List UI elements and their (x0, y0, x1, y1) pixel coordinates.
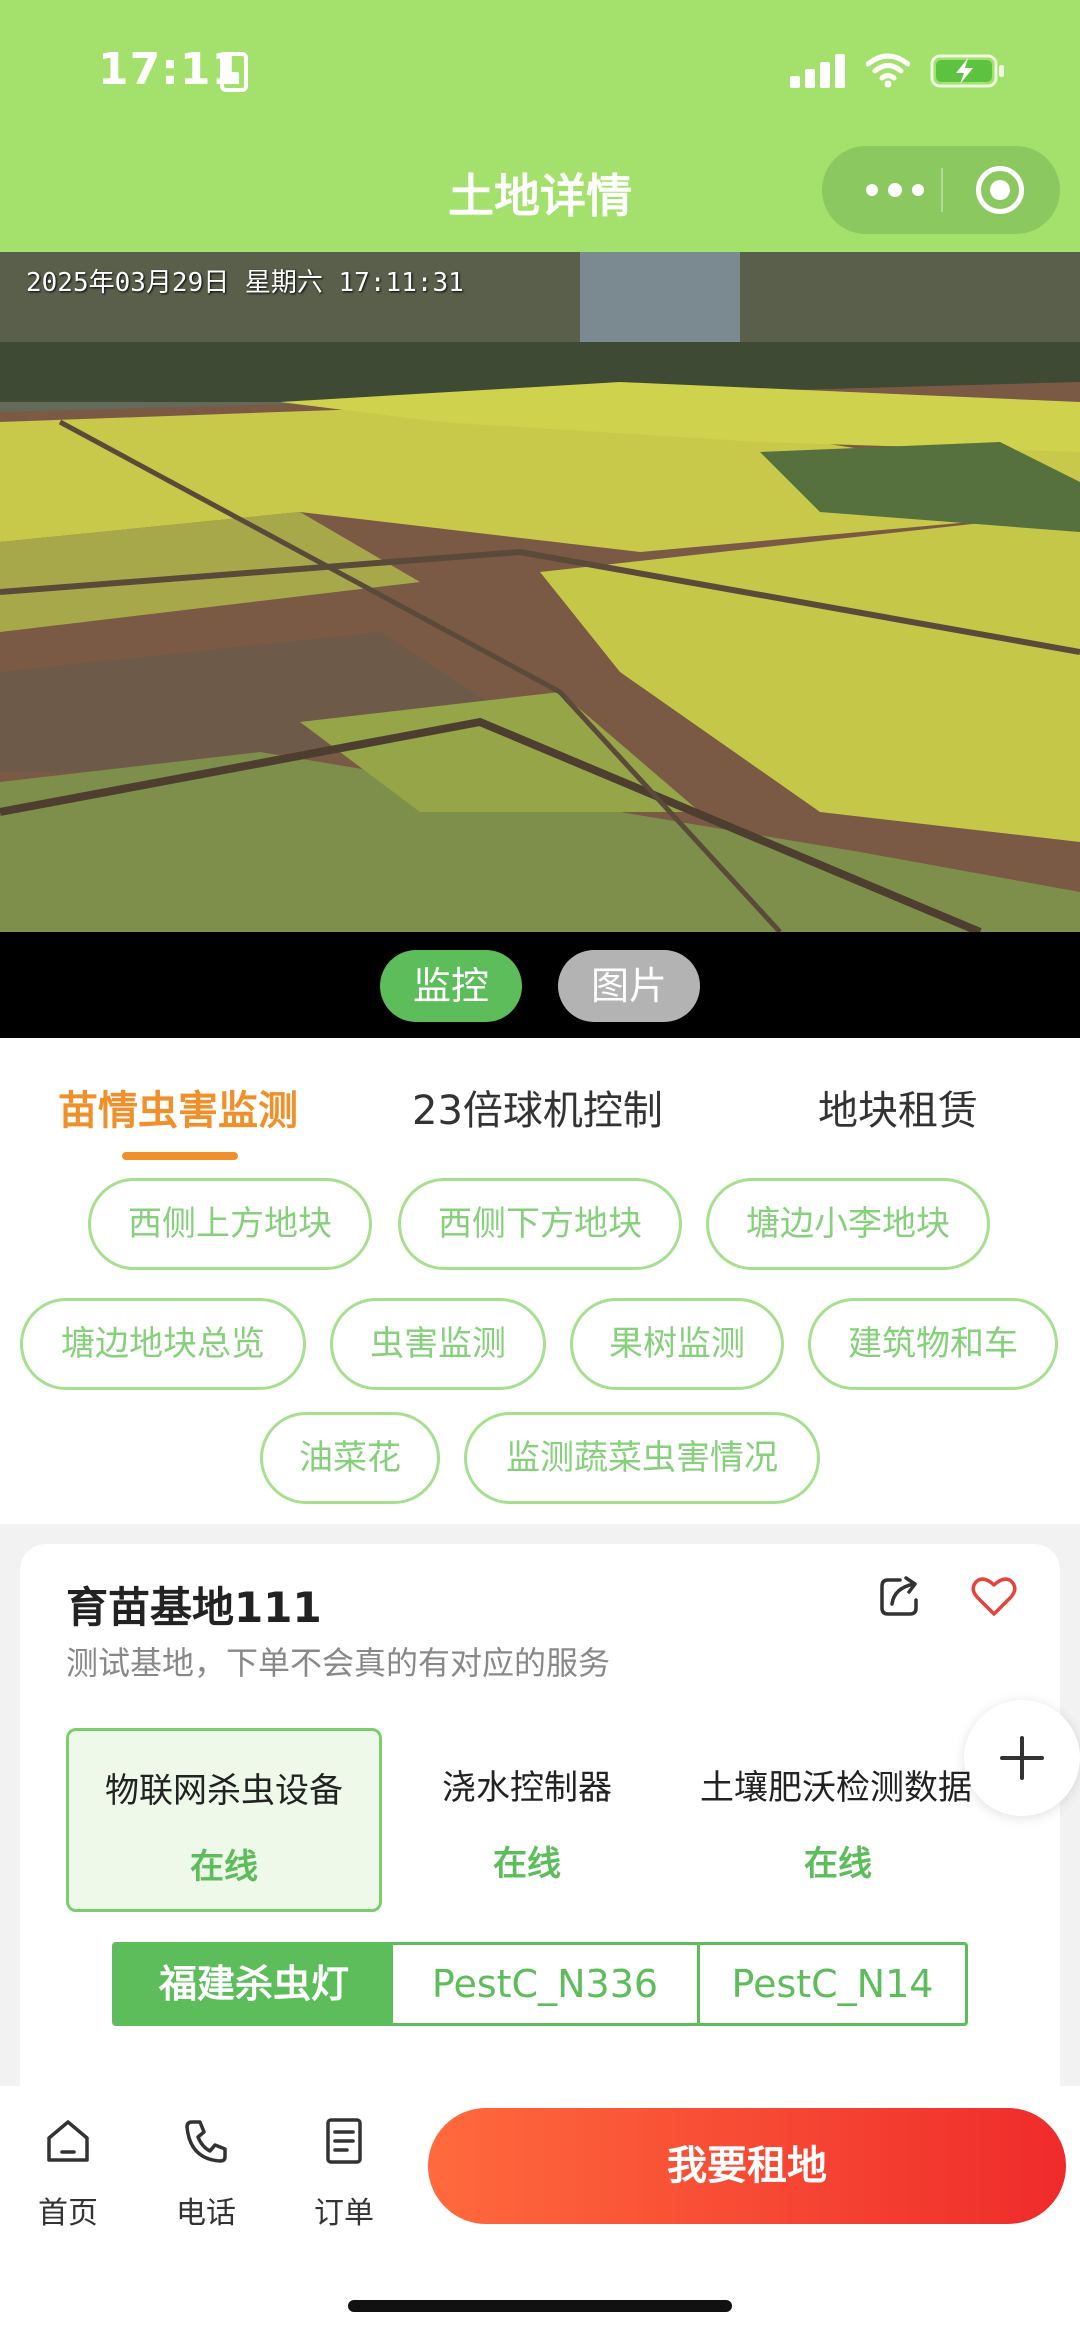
capsule-divider (941, 168, 943, 212)
tab-pest-monitoring[interactable]: 苗情虫害监测 (58, 1078, 298, 1136)
chip-preset[interactable]: 西侧上方地块 (88, 1178, 372, 1270)
nav-phone[interactable]: 电话 (156, 2116, 256, 2232)
device-name: 物联网杀虫设备 (105, 1771, 343, 1811)
chip-preset[interactable]: 塘边地块总览 (20, 1298, 306, 1390)
video-timestamp: 2025年03月29日 星期六 17:11:31 (26, 268, 464, 298)
phone-icon (185, 2120, 227, 2163)
chip-preset[interactable]: 西侧下方地块 (398, 1178, 682, 1270)
nav-home[interactable]: 首页 (18, 2116, 118, 2232)
base-description: 测试基地，下单不会真的有对应的服务 (66, 1644, 611, 1682)
chip-preset[interactable]: 虫害监测 (330, 1298, 546, 1390)
battery-charging-icon (930, 54, 1004, 88)
chip-preset[interactable]: 油菜花 (260, 1412, 440, 1504)
cellular-signal-icon (790, 54, 846, 88)
live-monitor-button[interactable]: 监控 (380, 950, 522, 1022)
miniprogram-capsule (822, 146, 1060, 234)
add-plus-icon[interactable] (964, 1700, 1080, 1816)
video-mode-bar (0, 932, 1080, 1038)
rent-land-button[interactable]: 我要租地 (428, 2108, 1066, 2224)
home-indicator (348, 2300, 732, 2312)
device-tab-watering-controller[interactable]: 浇水控制器 在线 (396, 1728, 658, 1912)
device-status: 在线 (190, 1847, 258, 1887)
unit-tab-fujian-lamp[interactable]: 福建杀虫灯 (115, 1945, 393, 2023)
device-unit-tabs: 福建杀虫灯 PestC_N336 PestC_N14 (112, 1942, 968, 2026)
orders-icon (326, 2118, 362, 2164)
device-status: 在线 (804, 1844, 872, 1884)
chip-preset[interactable]: 建筑物和车 (808, 1298, 1058, 1390)
close-miniprogram-icon[interactable] (976, 166, 1024, 214)
device-tab-pest-killer[interactable]: 物联网杀虫设备 在线 (66, 1728, 382, 1912)
tab-dome-camera-control[interactable]: 23倍球机控制 (412, 1078, 663, 1136)
sim-card-icon (220, 52, 248, 92)
favorite-heart-icon[interactable] (970, 1574, 1018, 1618)
device-status: 在线 (493, 1844, 561, 1884)
wifi-icon (866, 53, 910, 88)
camera-video-feed[interactable]: 2025年03月29日 星期六 17:11:31 (0, 252, 1080, 932)
active-tab-indicator (122, 1152, 238, 1160)
header-bar: 17:11 土地详情 (0, 0, 1080, 252)
unit-tab-pestc-n336[interactable]: PestC_N336 (393, 1945, 697, 2023)
device-name: 土壤肥沃检测数据 (700, 1768, 972, 1808)
farmland-camera-image (0, 252, 1080, 932)
nav-label: 首页 (38, 2196, 98, 2231)
share-icon[interactable] (878, 1574, 922, 1618)
chip-preset[interactable]: 监测蔬菜虫害情况 (464, 1412, 820, 1504)
feature-tabs: 苗情虫害监测 23倍球机控制 地块租赁 (0, 1038, 1080, 1178)
device-tab-soil-fertility[interactable]: 土壤肥沃检测数据 在线 (700, 1728, 976, 1912)
tab-plot-rental[interactable]: 地块租赁 (818, 1078, 978, 1136)
chip-preset[interactable]: 果树监测 (570, 1298, 784, 1390)
nav-orders[interactable]: 订单 (294, 2116, 394, 2232)
nav-label: 订单 (314, 2196, 374, 2231)
nav-label: 电话 (176, 2196, 236, 2231)
more-icon[interactable] (852, 172, 942, 208)
pictures-button[interactable]: 图片 (558, 950, 700, 1022)
chip-preset[interactable]: 塘边小李地块 (706, 1178, 990, 1270)
base-name: 育苗基地111 (66, 1583, 322, 1632)
unit-tab-pestc-n14[interactable]: PestC_N14 (700, 1945, 965, 2023)
camera-preset-chips: 西侧上方地块 西侧下方地块 塘边小李地块 塘边地块总览 虫害监测 果树监测 建筑… (0, 1178, 1080, 1524)
home-icon (47, 2120, 89, 2162)
device-name: 浇水控制器 (442, 1768, 612, 1808)
